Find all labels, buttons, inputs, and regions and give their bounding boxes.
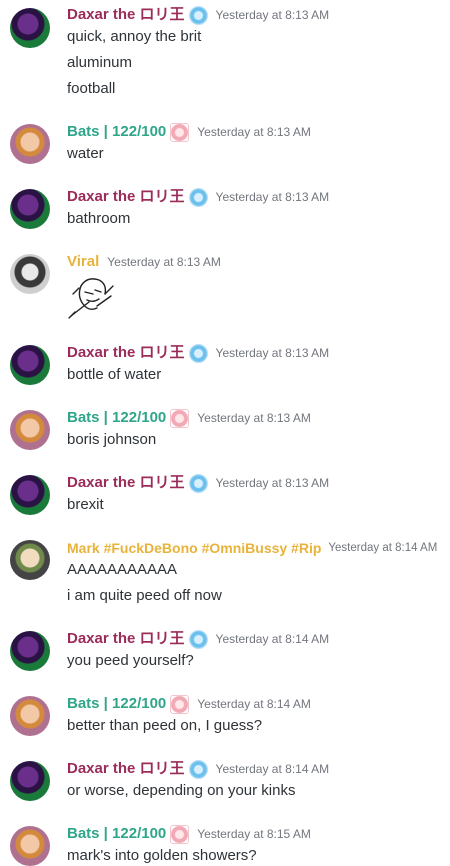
message-text: better than peed on, I guess? [67,717,263,734]
avatar[interactable] [10,8,50,48]
timestamp: Yesterday at 8:13 AM [197,411,311,425]
sketch-image[interactable] [67,272,115,320]
timestamp: Yesterday at 8:15 AM [197,827,311,841]
avatar[interactable] [10,475,50,515]
message-header: Bats | 122/100 Yesterday at 8:13 AM [67,408,311,428]
username[interactable]: Daxar the ロリ王 [67,760,185,777]
message-group: Daxar the ロリ王 Yesterday at 8:13 AM quick,… [0,5,450,100]
badge-icon [170,408,190,428]
message-text: football [67,80,116,97]
username[interactable]: Bats | 122/100 [67,409,166,426]
avatar[interactable] [10,254,50,294]
message-group: Bats | 122/100 Yesterday at 8:15 AM mark'… [0,824,450,866]
timestamp: Yesterday at 8:14 AM [197,697,311,711]
message-text: or worse, depending on your kinks [67,782,296,799]
message-group: Daxar the ロリ王 Yesterday at 8:13 AM brexit [0,473,450,518]
message-group: Viral Yesterday at 8:13 AM [0,252,450,327]
username[interactable]: Daxar the ロリ王 [67,6,185,23]
avatar[interactable] [10,345,50,385]
message-group: Daxar the ロリ王 Yesterday at 8:13 AM bathro… [0,187,450,232]
timestamp: Yesterday at 8:13 AM [215,190,330,204]
timestamp: Yesterday at 8:14 AM [215,762,330,776]
timestamp: Yesterday at 8:14 AM [215,632,330,646]
badge-icon [170,694,190,714]
badge-icon [188,629,208,649]
username[interactable]: Viral [67,253,99,270]
message-text: water [67,145,104,162]
username[interactable]: Daxar the ロリ王 [67,630,185,647]
message-group: Mark #FuckDeBono #OmniBussy #Rip Yesterda… [0,538,450,608]
message-header: Mark #FuckDeBono #OmniBussy #Rip Yesterda… [67,538,437,558]
message-text: i am quite peed off now [67,587,222,604]
avatar[interactable] [10,410,50,450]
username[interactable]: Bats | 122/100 [67,123,166,140]
badge-icon [188,187,208,207]
message-text: AAAAAAAAAAA [67,561,178,578]
username[interactable]: Daxar the ロリ王 [67,188,185,205]
message-group: Daxar the ロリ王 Yesterday at 8:14 AM or wor… [0,759,450,804]
message-header: Daxar the ロリ王 Yesterday at 8:13 AM [67,187,329,207]
message-header: Daxar the ロリ王 Yesterday at 8:13 AM [67,473,329,493]
message-text: bottle of water [67,366,162,383]
avatar[interactable] [10,189,50,229]
message-header: Daxar the ロリ王 Yesterday at 8:14 AM [67,759,329,779]
message-group: Daxar the ロリ王 Yesterday at 8:13 AM bottle… [0,343,450,388]
timestamp: Yesterday at 8:13 AM [215,476,330,490]
avatar[interactable] [10,826,50,866]
timestamp: Yesterday at 8:13 AM [215,8,330,22]
username[interactable]: Daxar the ロリ王 [67,474,185,491]
timestamp: Yesterday at 8:13 AM [215,346,330,360]
badge-icon [170,122,190,142]
message-text: mark's into golden showers? [67,847,257,864]
avatar[interactable] [10,696,50,736]
message-text: quick, annoy the brit [67,28,202,45]
message-text: boris johnson [67,431,157,448]
message-group: Bats | 122/100 Yesterday at 8:13 AM water [0,122,450,167]
message-header: Daxar the ロリ王 Yesterday at 8:13 AM [67,343,329,363]
badge-icon [188,473,208,493]
username[interactable]: Mark #FuckDeBono #OmniBussy #Rip [67,540,321,556]
message-text: brexit [67,496,104,513]
message-text: aluminum [67,54,133,71]
timestamp: Yesterday at 8:13 AM [197,125,311,139]
message-group: Daxar the ロリ王 Yesterday at 8:14 AM you pe… [0,629,450,674]
timestamp: Yesterday at 8:13 AM [107,255,221,269]
message-text: you peed yourself? [67,652,194,669]
avatar[interactable] [10,124,50,164]
message-header: Bats | 122/100 Yesterday at 8:13 AM [67,122,311,142]
message-group: Bats | 122/100 Yesterday at 8:14 AM bette… [0,694,450,739]
message-text: bathroom [67,210,131,227]
badge-icon [170,824,190,844]
avatar[interactable] [10,540,50,580]
username[interactable]: Bats | 122/100 [67,695,166,712]
username[interactable]: Daxar the ロリ王 [67,344,185,361]
avatar[interactable] [10,631,50,671]
message-group: Bats | 122/100 Yesterday at 8:13 AM boris… [0,408,450,453]
avatar[interactable] [10,761,50,801]
message-header: Bats | 122/100 Yesterday at 8:15 AM [67,824,311,844]
message-header: Bats | 122/100 Yesterday at 8:14 AM [67,694,311,714]
message-header: Daxar the ロリ王 Yesterday at 8:13 AM [67,5,329,25]
badge-icon [188,5,208,25]
username[interactable]: Bats | 122/100 [67,825,166,842]
message-header: Daxar the ロリ王 Yesterday at 8:14 AM [67,629,329,649]
badge-icon [188,343,208,363]
timestamp: Yesterday at 8:14 AM [328,542,438,554]
badge-icon [188,759,208,779]
message-header: Viral Yesterday at 8:13 AM [67,252,221,272]
